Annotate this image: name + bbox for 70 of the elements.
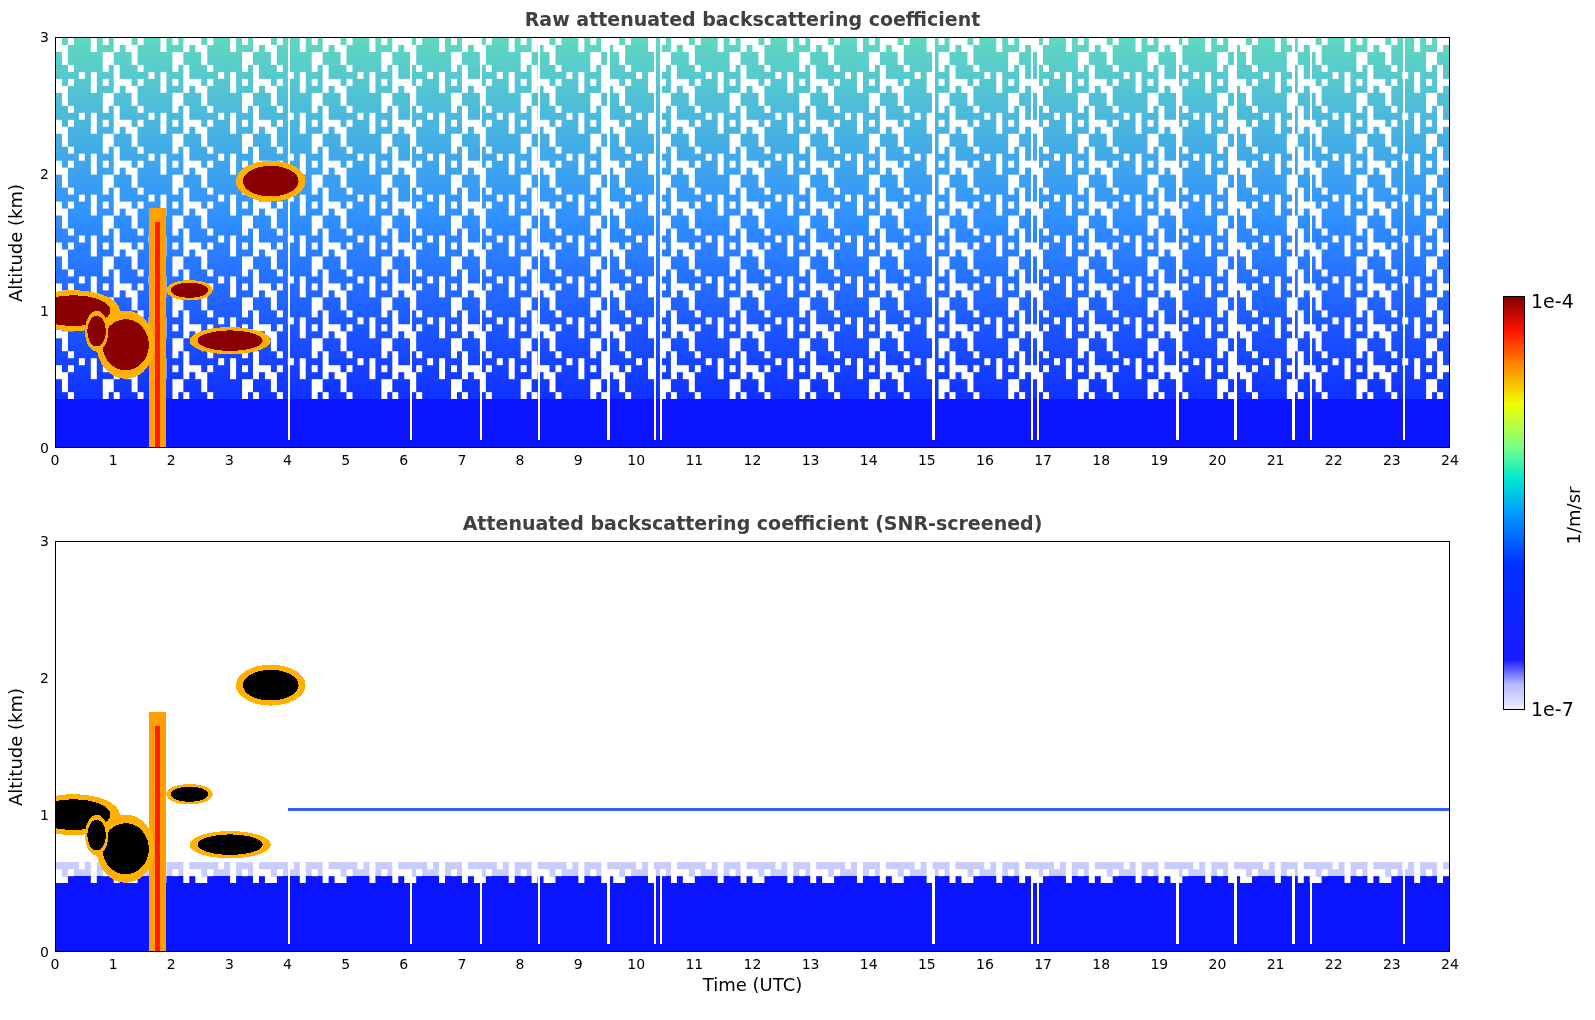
colorbar-label: 1e-4 bbox=[1531, 290, 1574, 312]
tick-label: 2 bbox=[40, 166, 49, 182]
tick-label: 5 bbox=[341, 956, 351, 972]
tick-label: 1 bbox=[108, 452, 118, 468]
tick-label: 16 bbox=[976, 956, 994, 972]
tick-label: 0 bbox=[40, 440, 49, 456]
tick-label: 2 bbox=[40, 670, 49, 686]
tick-label: 1 bbox=[40, 303, 49, 319]
cloud bbox=[166, 784, 213, 805]
tick-label: 10 bbox=[627, 956, 646, 972]
tick-label: 7 bbox=[457, 956, 467, 972]
tick-label: 9 bbox=[573, 956, 583, 972]
tick-label: 2 bbox=[166, 452, 176, 468]
tick-label: 17 bbox=[1034, 452, 1053, 468]
tick-label: 22 bbox=[1324, 956, 1343, 972]
tick-label: 12 bbox=[743, 452, 762, 468]
tick-label: 22 bbox=[1324, 452, 1343, 468]
tick-label: 20 bbox=[1208, 452, 1227, 468]
tick-label: 13 bbox=[801, 452, 820, 468]
tick-label: 11 bbox=[685, 452, 704, 468]
tick-label: 17 bbox=[1034, 956, 1053, 972]
tick-label: 7 bbox=[457, 452, 467, 468]
tick-label: 18 bbox=[1092, 452, 1111, 468]
tick-label: 24 bbox=[1441, 452, 1459, 468]
axis-label: Altitude (km) bbox=[4, 183, 26, 302]
tick-label: 13 bbox=[801, 956, 820, 972]
tick-label: 23 bbox=[1382, 956, 1401, 972]
tick-label: 2 bbox=[166, 956, 176, 972]
tick-label: 6 bbox=[399, 452, 409, 468]
tick-label: 3 bbox=[224, 452, 234, 468]
tick-label: 14 bbox=[859, 956, 878, 972]
cloud bbox=[235, 664, 306, 706]
tick-label: 1 bbox=[108, 956, 118, 972]
cloud bbox=[166, 280, 213, 301]
tick-label: 3 bbox=[224, 956, 234, 972]
tick-label: 8 bbox=[515, 452, 525, 468]
tick-label: 8 bbox=[515, 956, 525, 972]
colorbar-unit: 1/m/sr bbox=[1563, 486, 1585, 545]
cloud bbox=[235, 160, 306, 202]
tick-label: 15 bbox=[917, 452, 936, 468]
tick-label: 20 bbox=[1208, 956, 1227, 972]
tick-label: 18 bbox=[1092, 956, 1111, 972]
tick-label: 0 bbox=[50, 452, 60, 468]
plot-title: Raw attenuated backscattering coefficient bbox=[524, 7, 981, 30]
tick-label: 14 bbox=[859, 452, 878, 468]
tick-label: 24 bbox=[1441, 956, 1459, 972]
tick-label: 16 bbox=[976, 452, 994, 468]
tick-label: 3 bbox=[40, 29, 49, 45]
tick-label: 12 bbox=[743, 956, 762, 972]
tick-label: 6 bbox=[399, 956, 409, 972]
tick-label: 1 bbox=[40, 807, 49, 823]
tick-label: 11 bbox=[685, 956, 704, 972]
colorbar-label: 1e-7 bbox=[1531, 698, 1574, 720]
tick-label: 15 bbox=[917, 956, 936, 972]
tick-label: 23 bbox=[1382, 452, 1401, 468]
tick-label: 3 bbox=[40, 533, 49, 549]
tick-label: 0 bbox=[40, 944, 49, 960]
axis-label: Altitude (km) bbox=[4, 687, 26, 806]
tick-label: 10 bbox=[627, 452, 646, 468]
tick-label: 4 bbox=[283, 956, 292, 972]
tick-label: 5 bbox=[341, 452, 351, 468]
tick-label: 9 bbox=[573, 452, 583, 468]
tick-label: 0 bbox=[50, 956, 60, 972]
tick-label: 21 bbox=[1266, 452, 1285, 468]
tick-label: 19 bbox=[1150, 956, 1169, 972]
tick-label: 19 bbox=[1150, 452, 1169, 468]
axis-label: Time (UTC) bbox=[702, 974, 803, 995]
tick-label: 21 bbox=[1266, 956, 1285, 972]
plot-title: Attenuated backscattering coefficient (SNR-screened) bbox=[462, 511, 1043, 534]
tick-label: 4 bbox=[283, 452, 292, 468]
